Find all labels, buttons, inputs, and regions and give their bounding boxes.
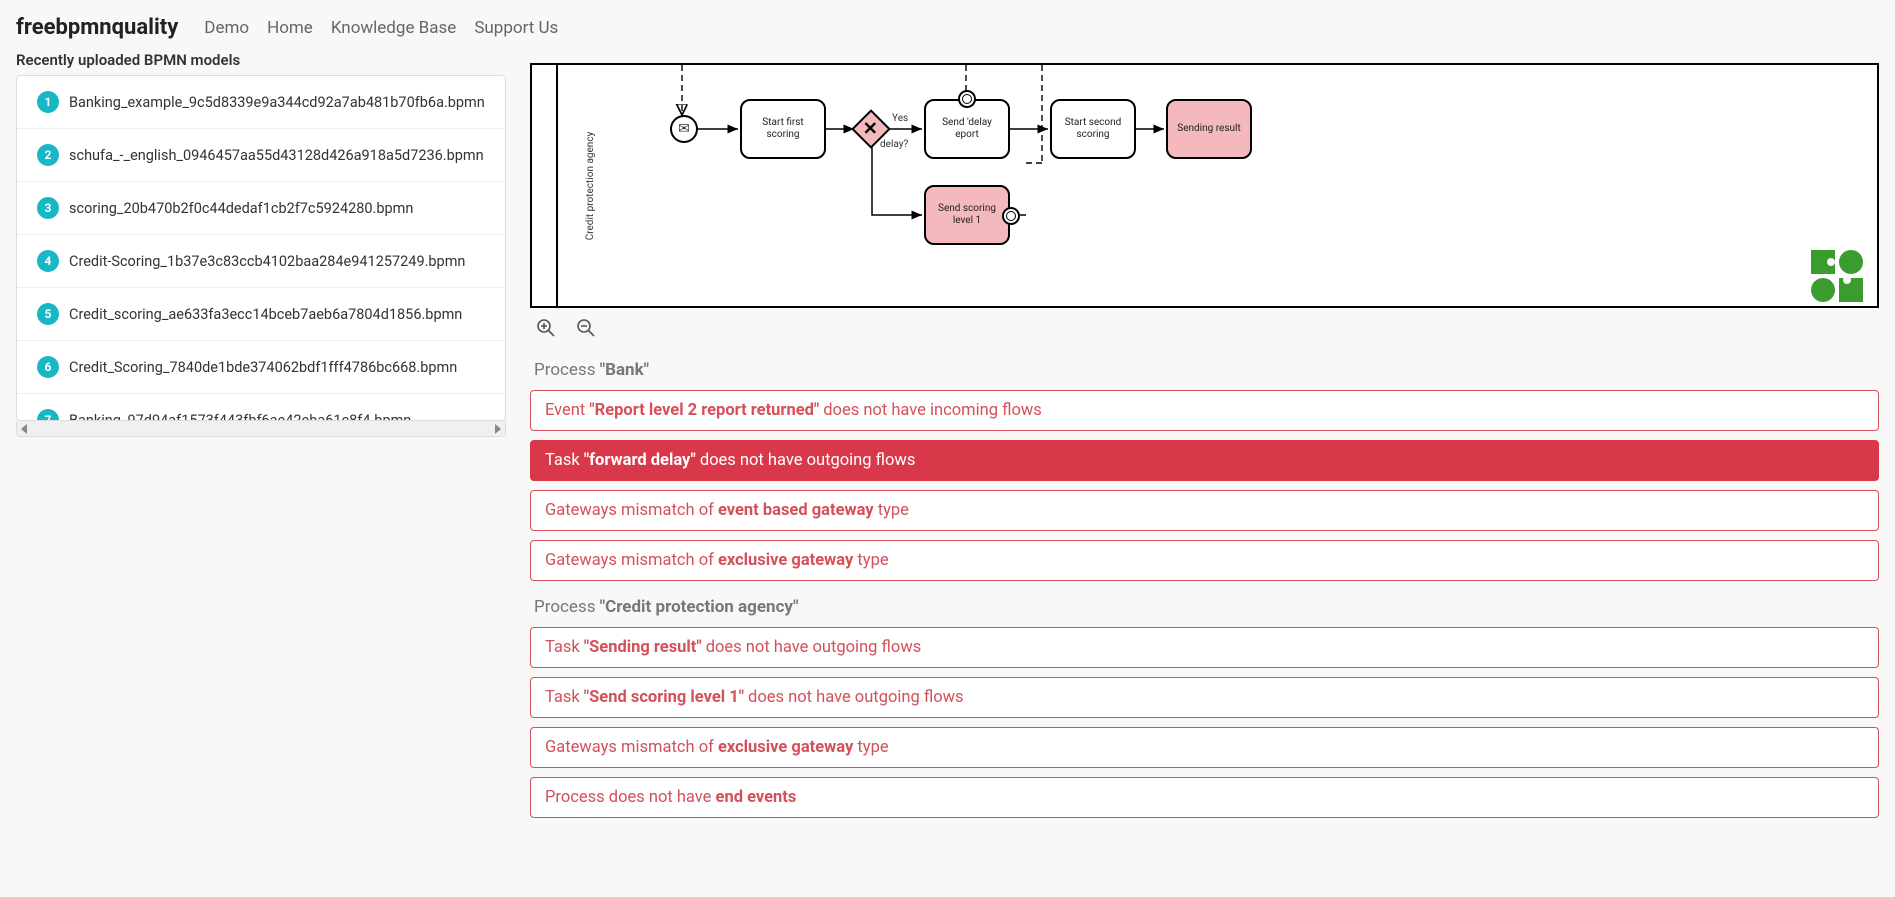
issue-item[interactable]: Process does not have end events	[530, 777, 1879, 818]
issue-item[interactable]: Gateways mismatch of event based gateway…	[530, 490, 1879, 531]
issue-text-post: does not have outgoing flows	[744, 688, 964, 707]
gateway-label-yes: Yes	[892, 113, 908, 124]
issue-item[interactable]: Task "forward delay" does not have outgo…	[530, 440, 1879, 481]
list-item-badge: 1	[37, 91, 59, 113]
task-start-first-scoring[interactable]: Start first scoring	[740, 99, 826, 159]
process-heading-bank: Process "Bank"	[534, 360, 1879, 380]
list-item-name: Banking_example_9c5d8339e9a344cd92a7ab48…	[69, 94, 485, 111]
issue-text-pre: Gateways mismatch of	[545, 501, 718, 520]
list-item[interactable]: 1 Banking_example_9c5d8339e9a344cd92a7ab4…	[17, 76, 505, 129]
issue-text-pre: Process does not have	[545, 788, 716, 807]
sidebar-title: Recently uploaded BPMN models	[16, 51, 506, 69]
list-item[interactable]: 5 Credit_scoring_ae633fa3ecc14bceb7aeb6a7…	[17, 288, 505, 341]
nav-home[interactable]: Home	[267, 18, 313, 38]
models-list: 1 Banking_example_9c5d8339e9a344cd92a7ab4…	[16, 75, 506, 421]
zoom-in-icon[interactable]	[536, 318, 556, 342]
issue-text-bold: "Sending result"	[584, 638, 702, 657]
issue-item[interactable]: Task "Sending result" does not have outg…	[530, 627, 1879, 668]
issue-text-bold: event based gateway	[718, 501, 874, 520]
issue-text-bold: "Send scoring level 1"	[584, 688, 744, 707]
list-item[interactable]: 4 Credit-Scoring_1b37e3c83ccb4102baa284e9…	[17, 235, 505, 288]
list-item[interactable]: 3 scoring_20b470b2f0c44dedaf1cb2f7c592428…	[17, 182, 505, 235]
list-item-badge: 5	[37, 303, 59, 325]
horizontal-scrollbar[interactable]	[16, 421, 506, 437]
message-icon: ✉	[678, 121, 690, 137]
issue-text-bold: exclusive gateway	[718, 738, 853, 757]
issue-text-bold: "Report level 2 report returned"	[589, 401, 819, 420]
list-item-name: Banking_97d94af1573f443fbf6ae42eba61c8f4…	[69, 412, 411, 421]
issue-text-bold: exclusive gateway	[718, 551, 853, 570]
list-item-badge: 2	[37, 144, 59, 166]
issue-text-bold: end events	[716, 788, 797, 807]
diagram-toolbar	[530, 308, 1879, 352]
list-item[interactable]: 2 schufa_-_english_0946457aa55d43128d426a…	[17, 129, 505, 182]
list-item-name: Credit_scoring_ae633fa3ecc14bceb7aeb6a78…	[69, 306, 462, 323]
issue-item[interactable]: Event "Report level 2 report returned" d…	[530, 390, 1879, 431]
issue-text-pre: Task	[545, 638, 584, 657]
issue-item[interactable]: Task "Send scoring level 1" does not hav…	[530, 677, 1879, 718]
process-heading-agency: Process "Credit protection agency"	[534, 597, 1879, 617]
issue-item[interactable]: Gateways mismatch of exclusive gateway t…	[530, 727, 1879, 768]
gateway-label-question: delay?	[880, 139, 908, 150]
task-send-scoring-level-1[interactable]: Send scoring level 1	[924, 185, 1010, 245]
issue-text-post: type	[853, 738, 888, 757]
task-start-second-scoring[interactable]: Start second scoring	[1050, 99, 1136, 159]
task-send-delay-report[interactable]: Send 'delay eport	[924, 99, 1010, 159]
intermediate-event-top[interactable]	[958, 90, 976, 108]
list-item-badge: 3	[37, 197, 59, 219]
pool-label: Credit protection agency	[585, 131, 596, 240]
issue-text-pre: Event	[545, 401, 589, 420]
list-item-name: Credit-Scoring_1b37e3c83ccb4102baa284e94…	[69, 253, 465, 270]
bpmn-diagram[interactable]: Credit protection agency	[530, 63, 1879, 308]
issue-text-post: type	[853, 551, 888, 570]
list-item-badge: 4	[37, 250, 59, 272]
issue-text-pre: Gateways mismatch of	[545, 551, 718, 570]
issue-text-post: type	[874, 501, 909, 520]
issues-list-bank: Event "Report level 2 report returned" d…	[530, 390, 1879, 581]
brand[interactable]: freebpmnquality	[16, 15, 178, 40]
list-item-name: scoring_20b470b2f0c44dedaf1cb2f7c5924280…	[69, 200, 413, 217]
list-item[interactable]: 6 Credit_Scoring_7840de1bde374062bdf1fff4…	[17, 341, 505, 394]
issue-text-post: does not have outgoing flows	[696, 451, 916, 470]
issue-text-pre: Task	[545, 451, 584, 470]
issue-text-pre: Task	[545, 688, 584, 707]
zoom-out-icon[interactable]	[576, 318, 596, 342]
issue-text-pre: Gateways mismatch of	[545, 738, 718, 757]
list-item-name: Credit_Scoring_7840de1bde374062bdf1fff47…	[69, 359, 457, 376]
nav-knowledge-base[interactable]: Knowledge Base	[331, 18, 456, 38]
nav-support-us[interactable]: Support Us	[474, 18, 558, 38]
issue-text-post: does not have outgoing flows	[702, 638, 922, 657]
pool-separator	[556, 65, 558, 306]
intermediate-event-side[interactable]	[1002, 207, 1020, 225]
issue-item[interactable]: Gateways mismatch of exclusive gateway t…	[530, 540, 1879, 581]
list-item-badge: 7	[37, 409, 59, 420]
navbar: freebpmnquality Demo Home Knowledge Base…	[0, 0, 1895, 55]
issues-list-agency: Task "Sending result" does not have outg…	[530, 627, 1879, 818]
issue-text-bold: "forward delay"	[584, 451, 696, 470]
list-item[interactable]: 7 Banking_97d94af1573f443fbf6ae42eba61c8f…	[17, 394, 505, 420]
list-item-badge: 6	[37, 356, 59, 378]
task-sending-result[interactable]: Sending result	[1166, 99, 1252, 159]
nav-demo[interactable]: Demo	[204, 18, 249, 38]
start-event[interactable]: ✉	[670, 115, 698, 143]
floating-logo-icon[interactable]	[1811, 250, 1863, 302]
list-item-name: schufa_-_english_0946457aa55d43128d426a9…	[69, 147, 484, 164]
issue-text-post: does not have incoming flows	[819, 401, 1042, 420]
